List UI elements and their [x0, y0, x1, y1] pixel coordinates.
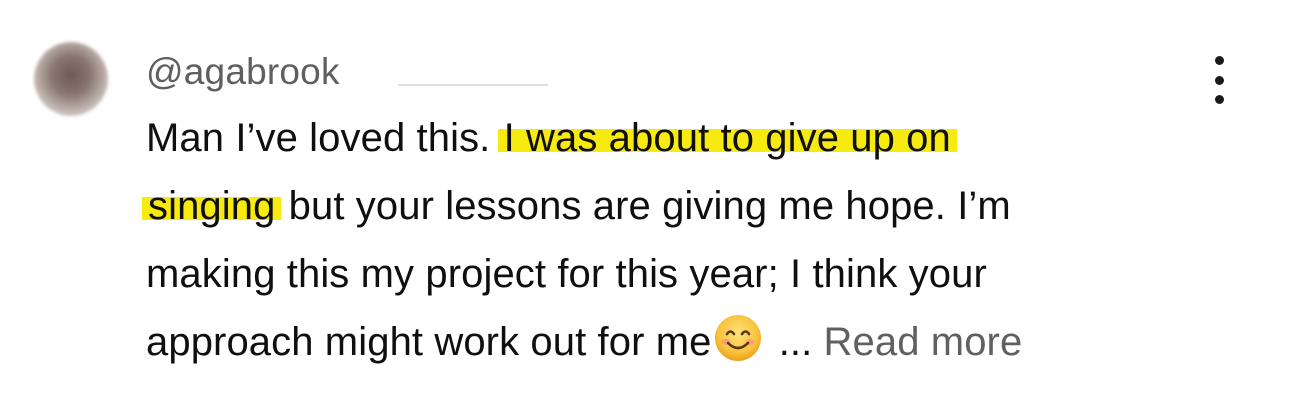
more-vertical-icon-dot-1 [1214, 56, 1224, 65]
read-more-link[interactable]: Read more [812, 320, 1023, 364]
timestamp-fragment [398, 84, 548, 92]
comment-body: Man I’ve loved this. I was about to give… [142, 104, 1226, 376]
comment-text-plain: but your lessons are giving me hope. I’m [277, 184, 1011, 228]
comment-text-highlight: singing [142, 184, 282, 228]
comment-username[interactable]: @agabrook [146, 50, 340, 94]
avatar[interactable] [34, 42, 108, 116]
comment-text-plain: Man I’ve loved this. [146, 116, 502, 160]
truncation-ellipsis: ... [767, 320, 813, 364]
more-vertical-icon-dot-2 [1214, 75, 1224, 85]
comment-text-plain: making this my project for this year; I … [146, 252, 987, 296]
comment-card: @agabrook Man I’ve loved this. I was abo… [0, 0, 1290, 404]
comment-line-1: Man I’ve loved this. I was about to give… [146, 104, 1226, 172]
comment-line-2: singing but your lessons are giving me h… [142, 172, 1226, 240]
comment-text-highlight: I was about to give up on [497, 116, 957, 160]
comment-text-plain: approach might work out for me [146, 320, 712, 364]
more-vertical-icon-dot-3 [1214, 95, 1224, 104]
comment-line-3: making this my project for this year; I … [146, 240, 1226, 308]
comment-line-4: approach might work out for me ... Read … [146, 308, 1226, 376]
smiling-face-emoji-icon [715, 315, 762, 361]
more-options-button[interactable] [1199, 56, 1239, 104]
